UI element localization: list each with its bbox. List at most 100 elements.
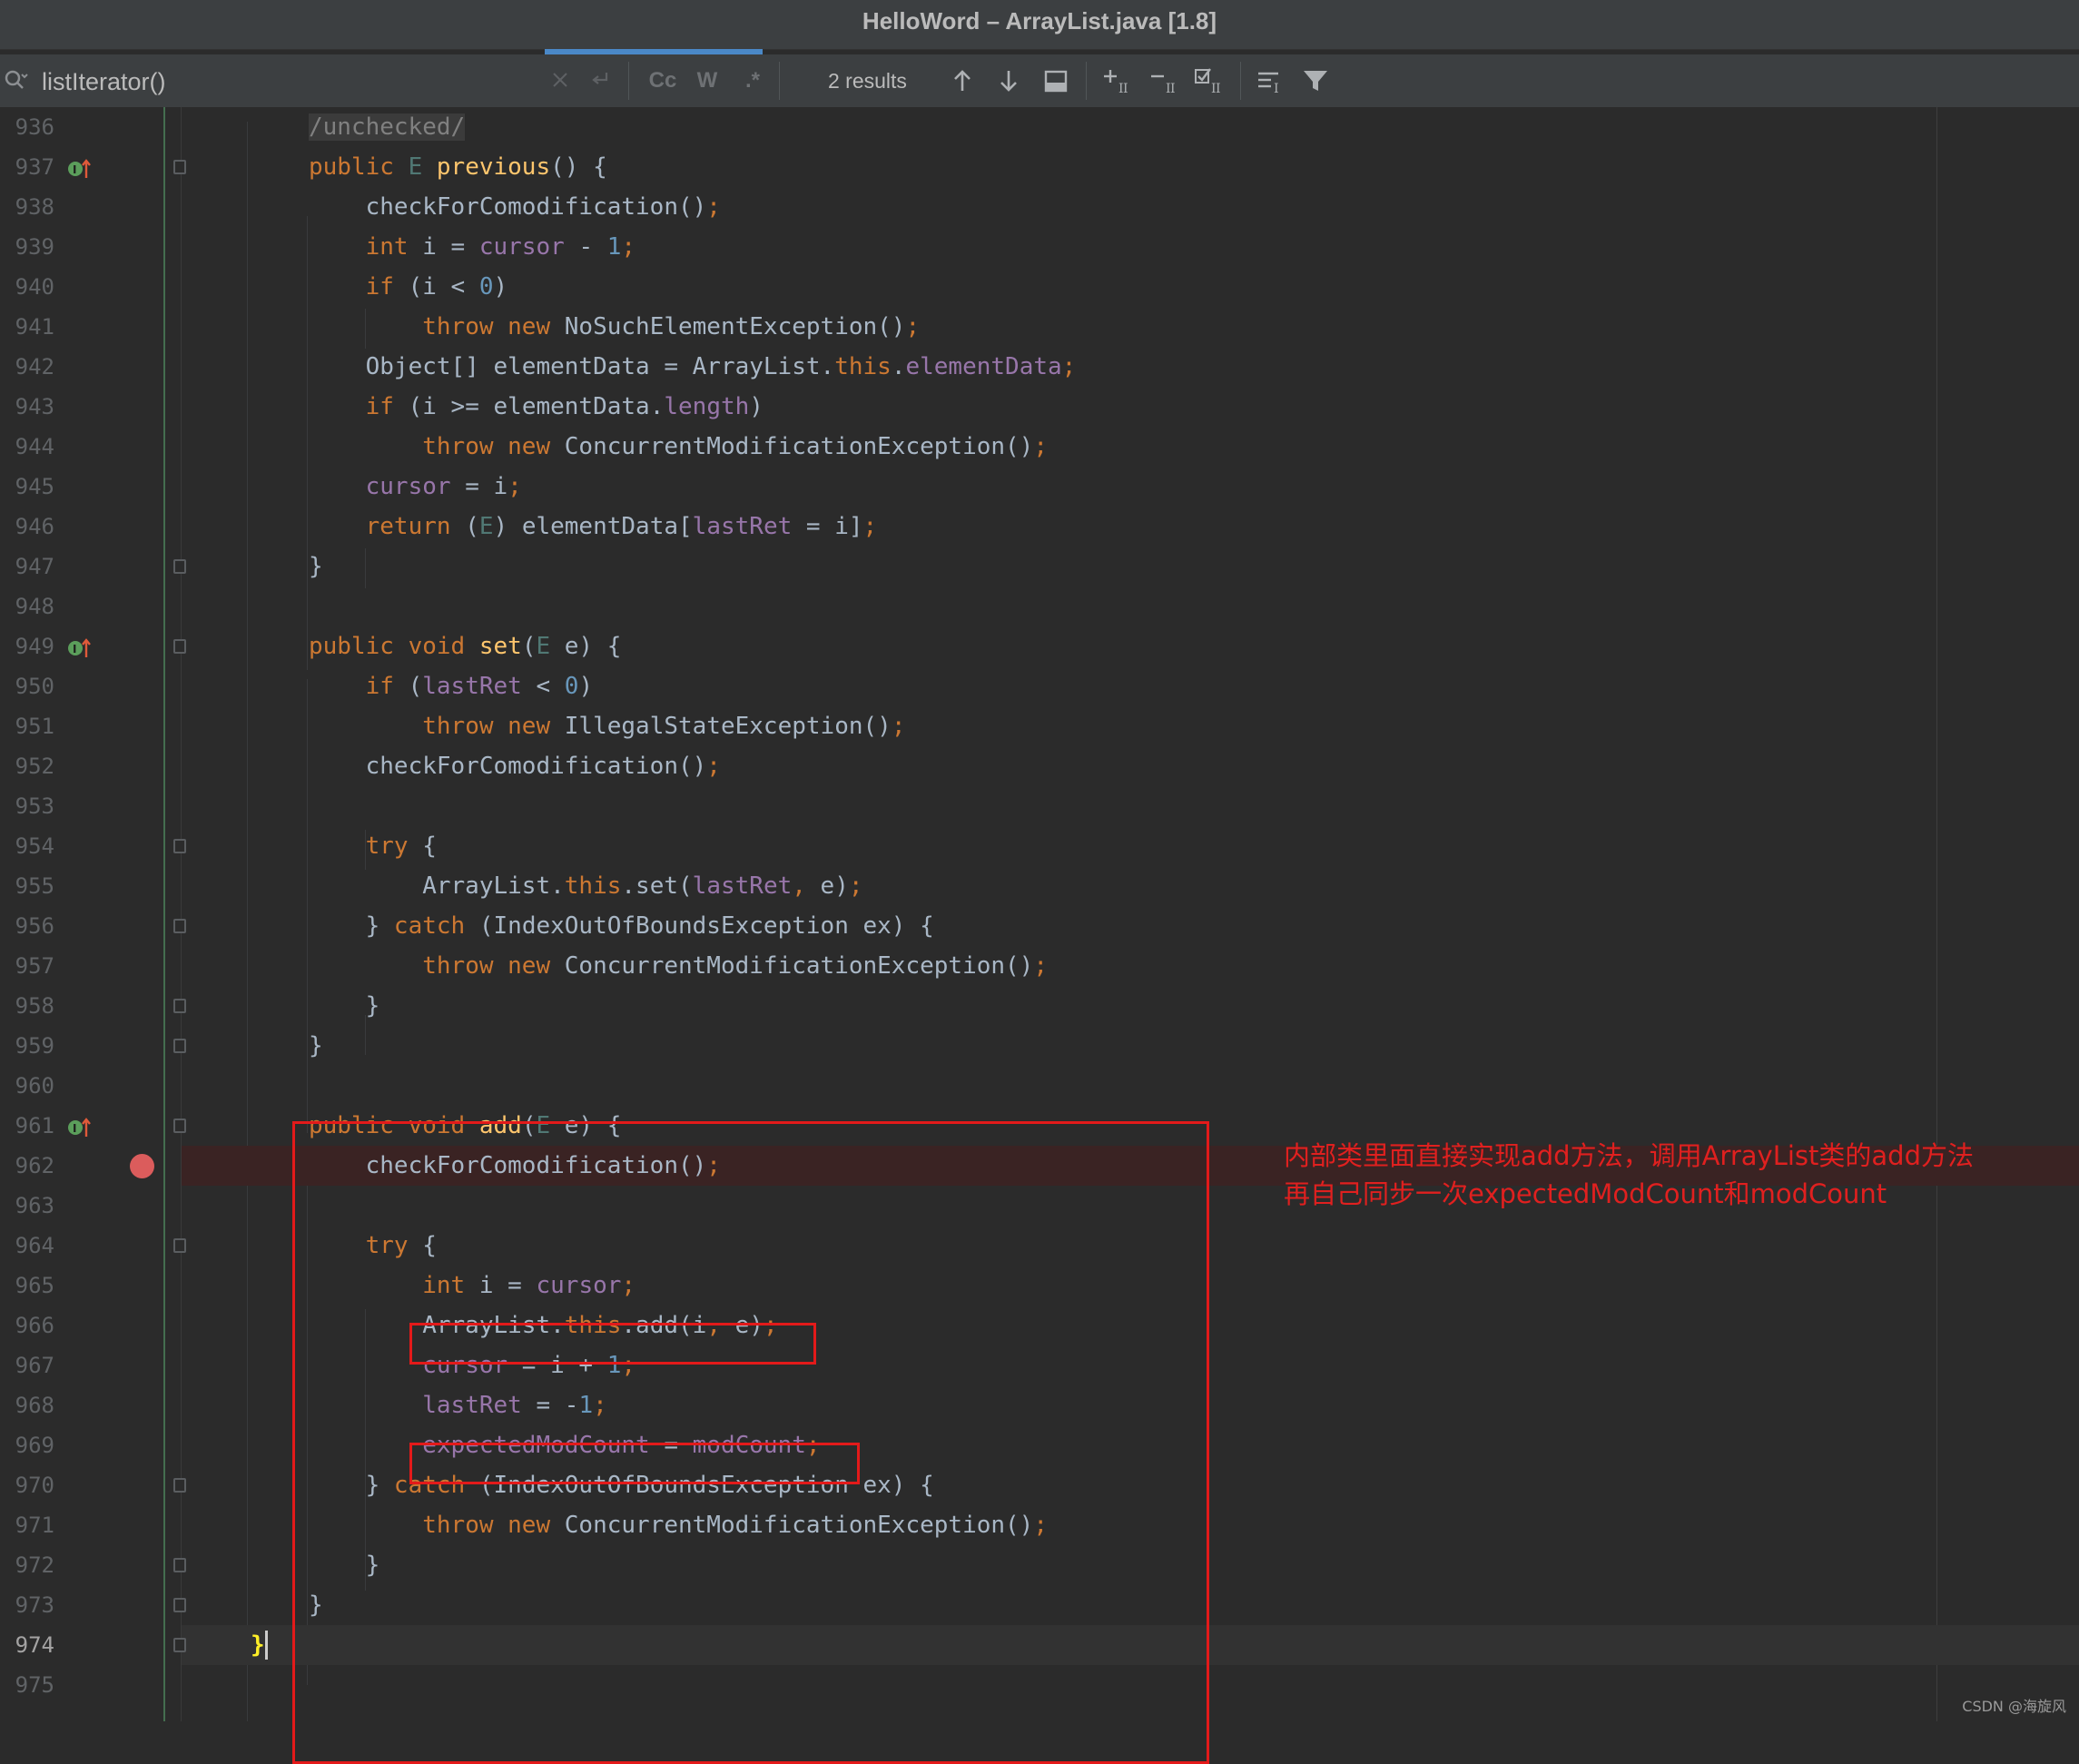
fold-toggle[interactable] — [173, 1638, 186, 1652]
line-number: 945 — [15, 474, 54, 499]
line-number: 962 — [15, 1153, 54, 1178]
select-all-checkbox-icon[interactable]: I I — [1193, 65, 1224, 96]
svg-text:I: I — [73, 1122, 76, 1135]
fold-toggle[interactable] — [173, 1478, 186, 1493]
code-line[interactable]: 944 throw new ConcurrentModificationExce… — [0, 427, 2079, 467]
line-number: 940 — [15, 274, 54, 300]
code-editor[interactable]: 936 /unchecked/ 937 I public E previous(… — [0, 107, 2079, 1764]
annotation-note-line2: 再自己同步一次expectedModCount和modCount — [1284, 1178, 1887, 1209]
line-number: 955 — [15, 873, 54, 899]
line-number: 968 — [15, 1393, 54, 1418]
code-line[interactable]: 960 — [0, 1066, 2079, 1106]
fold-toggle[interactable] — [173, 1039, 186, 1053]
code-text: if (i < 0) — [365, 273, 508, 301]
code-line[interactable]: 956 } catch (IndexOutOfBoundsException e… — [0, 906, 2079, 946]
fold-toggle[interactable] — [173, 639, 186, 654]
code-text: throw new IllegalStateException(); — [422, 713, 906, 740]
filter-icon[interactable] — [1300, 65, 1331, 96]
overrides-method-icon[interactable]: I — [67, 637, 91, 659]
fold-toggle[interactable] — [173, 1558, 186, 1572]
code-line[interactable]: 937 I public E previous() { — [0, 147, 2079, 187]
code-line[interactable]: 943 if (i >= elementData.length) — [0, 387, 2079, 427]
code-line[interactable]: 939 int i = cursor - 1; — [0, 227, 2079, 267]
line-number: 950 — [15, 674, 54, 699]
fold-toggle[interactable] — [173, 1119, 186, 1133]
code-line[interactable]: 949 I public void set(E e) { — [0, 626, 2079, 666]
svg-text:I: I — [73, 643, 76, 655]
remove-selection-icon[interactable]: I I — [1148, 65, 1178, 96]
fold-toggle[interactable] — [173, 1238, 186, 1253]
line-number: 966 — [15, 1313, 54, 1338]
find-separator — [1240, 62, 1241, 100]
line-number: 949 — [15, 634, 54, 659]
code-line[interactable]: 936 /unchecked/ — [0, 107, 2079, 147]
code-text: public E previous() { — [309, 153, 607, 181]
fold-toggle[interactable] — [173, 1598, 186, 1612]
code-text: Object[] elementData = ArrayList.this.el… — [309, 353, 1077, 380]
annotation-box-expected-modcount — [409, 1443, 860, 1484]
code-line[interactable]: 951 throw new IllegalStateException(); — [0, 706, 2079, 746]
search-icon[interactable] — [2, 67, 29, 94]
new-line-icon[interactable] — [588, 68, 612, 92]
fold-toggle[interactable] — [173, 559, 186, 574]
fold-toggle[interactable] — [173, 919, 186, 933]
code-line[interactable]: 954 try { — [0, 826, 2079, 866]
next-occurrence-icon[interactable] — [993, 65, 1024, 96]
fold-toggle[interactable] — [173, 999, 186, 1013]
matched-brace: } — [251, 1631, 265, 1659]
svg-text:I: I — [1123, 82, 1128, 96]
code-line[interactable]: 946 return (E) elementData[lastRet = i]; — [0, 507, 2079, 547]
svg-text:I: I — [73, 163, 76, 176]
code-line[interactable]: 950 if (lastRet < 0) — [0, 666, 2079, 706]
annotation-box-arraylist-add — [409, 1323, 816, 1365]
find-separator — [628, 62, 629, 100]
search-results-count: 2 results — [828, 69, 907, 93]
line-number: 946 — [15, 514, 54, 539]
line-number: 974 — [15, 1632, 54, 1658]
code-line[interactable]: 940 if (i < 0) — [0, 267, 2079, 307]
code-line[interactable]: 953 — [0, 786, 2079, 826]
code-text: cursor = i; — [365, 473, 522, 500]
line-number: 943 — [15, 394, 54, 419]
code-line[interactable]: 938 checkForComodification(); — [0, 187, 2079, 227]
whole-words-toggle[interactable]: W — [692, 64, 723, 98]
line-number: 958 — [15, 993, 54, 1019]
add-selection-icon[interactable]: I I — [1100, 65, 1131, 96]
clear-search-icon[interactable] — [550, 70, 570, 90]
line-number: 965 — [15, 1273, 54, 1298]
code-line[interactable]: 947 } — [0, 547, 2079, 586]
code-line[interactable]: 955 ArrayList.this.set(lastRet, e); — [0, 866, 2079, 906]
overrides-method-icon[interactable]: I — [67, 1117, 91, 1138]
code-text: return (E) elementData[lastRet = i]; — [365, 513, 878, 540]
fold-toggle[interactable] — [173, 839, 186, 853]
code-line[interactable]: 941 throw new NoSuchElementException(); — [0, 307, 2079, 347]
fold-toggle[interactable] — [173, 160, 186, 174]
code-text: if (lastRet < 0) — [365, 673, 594, 700]
code-line[interactable]: 942 Object[] elementData = ArrayList.thi… — [0, 347, 2079, 387]
line-number: 972 — [15, 1552, 54, 1578]
code-line[interactable]: 948 — [0, 586, 2079, 626]
code-line[interactable]: 959 } — [0, 1026, 2079, 1066]
code-line[interactable]: 958 } — [0, 986, 2079, 1026]
regex-toggle[interactable]: .* — [737, 64, 768, 98]
line-number: 953 — [15, 793, 54, 819]
search-input[interactable] — [40, 64, 516, 100]
line-number: 948 — [15, 594, 54, 619]
filter-search-results-icon[interactable]: I — [1255, 65, 1286, 96]
text-caret — [265, 1631, 268, 1660]
code-line[interactable]: 952 checkForComodification(); — [0, 746, 2079, 786]
line-number: 957 — [15, 953, 54, 979]
breakpoint-icon[interactable] — [130, 1154, 154, 1178]
select-all-occurrences-icon[interactable] — [1040, 65, 1071, 96]
code-line[interactable]: 945 cursor = i; — [0, 467, 2079, 507]
previous-occurrence-icon[interactable] — [947, 65, 978, 96]
line-number: 938 — [15, 194, 54, 220]
line-number: 951 — [15, 714, 54, 739]
code-line[interactable]: 957 throw new ConcurrentModificationExce… — [0, 946, 2079, 986]
line-number: 971 — [15, 1513, 54, 1538]
code-text: ArrayList.this.set(lastRet, e); — [309, 872, 863, 900]
line-number: 959 — [15, 1033, 54, 1059]
find-separator — [779, 62, 780, 100]
overrides-method-icon[interactable]: I — [67, 158, 91, 180]
match-case-toggle[interactable]: Cc — [645, 64, 681, 98]
